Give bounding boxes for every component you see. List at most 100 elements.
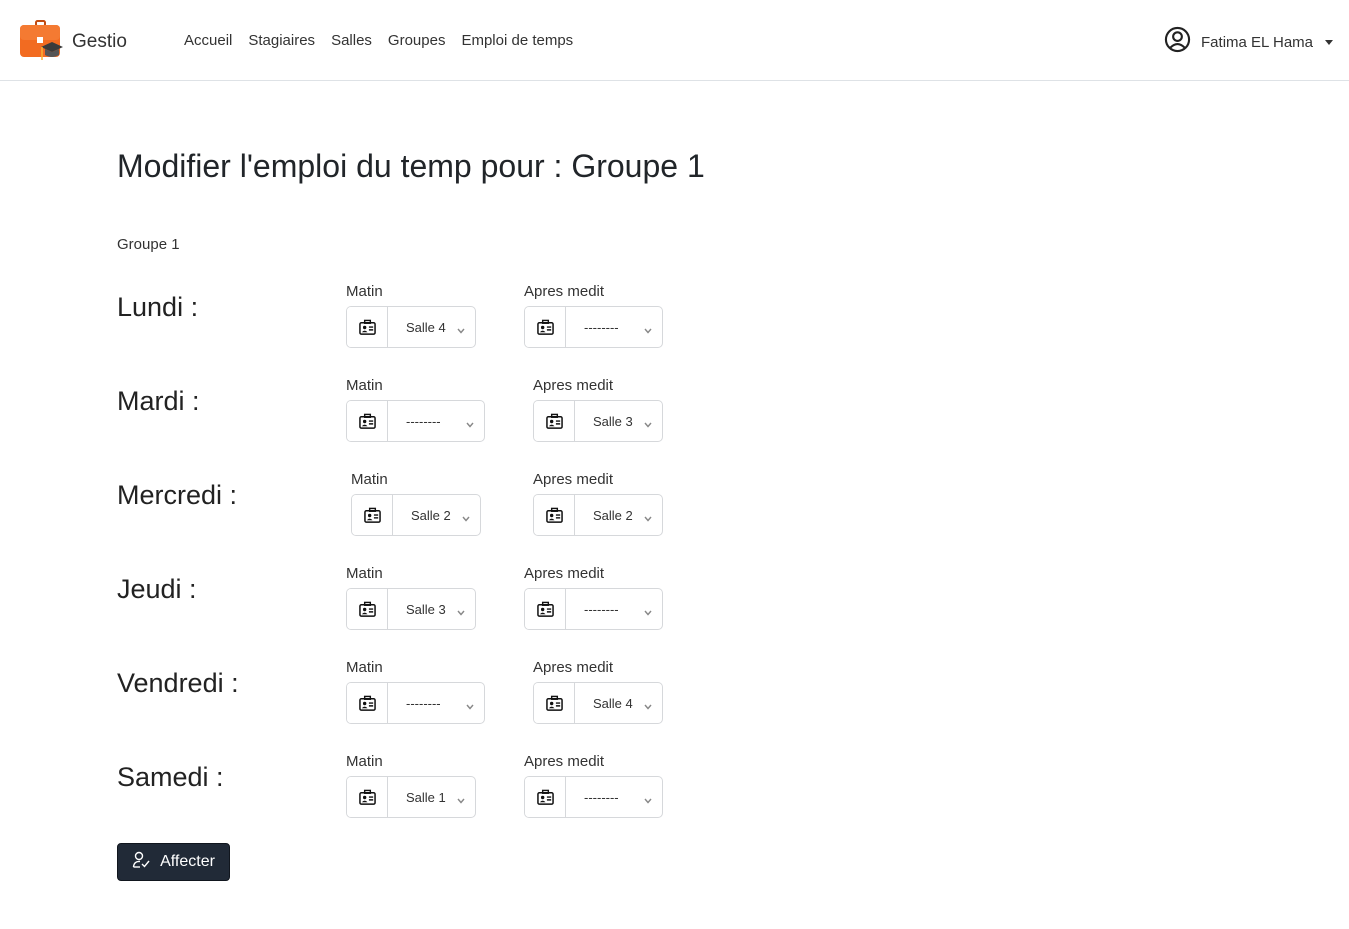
day-row-samedi: Samedi : Matin Salle 1 Apres medit -----… [117, 754, 717, 834]
day-row-vendredi: Vendredi : Matin -------- Apres medit Sa… [117, 660, 717, 740]
apres-label: Apres medit [533, 471, 614, 488]
matin-salle-select[interactable]: Salle 2 [393, 495, 480, 535]
chevron-down-icon [644, 510, 652, 525]
id-card-icon [534, 683, 575, 723]
apres-select-group: -------- [524, 306, 663, 348]
matin-select-group: Salle 2 [351, 494, 481, 536]
day-label: Vendredi : [117, 668, 239, 698]
matin-label: Matin [346, 565, 383, 582]
nav-link-accueil[interactable]: Accueil [184, 32, 232, 49]
day-label: Samedi : [117, 762, 224, 792]
matin-salle-select[interactable]: Salle 1 [388, 777, 475, 817]
page-title: Modifier l'emploi du temp pour : Groupe … [117, 148, 705, 184]
user-check-icon [132, 851, 150, 874]
chevron-down-icon [644, 698, 652, 713]
apres-label: Apres medit [533, 659, 614, 676]
day-label: Mercredi : [117, 480, 238, 510]
selected-value: -------- [584, 319, 619, 335]
apres-select-group: Salle 3 [533, 400, 663, 442]
matin-slot: Matin -------- [346, 660, 485, 724]
apres-label: Apres medit [533, 377, 614, 394]
matin-select-group: -------- [346, 400, 485, 442]
matin-label: Matin [346, 283, 383, 300]
apres-label: Apres medit [524, 565, 605, 582]
selected-value: -------- [584, 601, 619, 617]
apres-salle-select[interactable]: -------- [566, 307, 662, 347]
selected-value: -------- [584, 789, 619, 805]
apres-slot: Apres medit Salle 3 [533, 378, 663, 442]
id-card-icon [347, 307, 388, 347]
apres-select-group: Salle 2 [533, 494, 663, 536]
matin-select-group: -------- [346, 682, 485, 724]
apres-slot: Apres medit Salle 4 [533, 660, 663, 724]
id-card-icon [534, 495, 575, 535]
matin-select-group: Salle 3 [346, 588, 476, 630]
chevron-down-icon [457, 792, 465, 807]
matin-salle-select[interactable]: -------- [388, 401, 484, 441]
user-menu[interactable]: Fatima EL Hama [1164, 26, 1333, 58]
matin-salle-select[interactable]: Salle 4 [388, 307, 475, 347]
nav-link-groupes[interactable]: Groupes [388, 32, 446, 49]
selected-value: Salle 3 [406, 601, 446, 617]
gestio-logo-icon [19, 20, 63, 62]
matin-label: Matin [346, 753, 383, 770]
matin-slot: Matin Salle 2 [351, 472, 481, 536]
chevron-down-icon [644, 792, 652, 807]
apres-label: Apres medit [524, 283, 605, 300]
day-label: Lundi : [117, 292, 199, 322]
chevron-down-icon [644, 322, 652, 337]
matin-slot: Matin Salle 4 [346, 284, 476, 348]
selected-value: Salle 1 [406, 789, 446, 805]
matin-slot: Matin Salle 1 [346, 754, 476, 818]
chevron-down-icon [644, 416, 652, 431]
day-label: Jeudi : [117, 574, 197, 604]
chevron-down-icon [466, 698, 474, 713]
user-circle-icon [1164, 26, 1191, 58]
chevron-down-icon [644, 604, 652, 619]
selected-value: Salle 2 [593, 507, 633, 523]
matin-select-group: Salle 1 [346, 776, 476, 818]
affecter-label: Affecter [160, 853, 215, 870]
selected-value: Salle 2 [411, 507, 451, 523]
apres-slot: Apres medit -------- [524, 566, 663, 630]
nav-link-emploi-de-temps[interactable]: Emploi de temps [461, 32, 573, 49]
apres-salle-select[interactable]: Salle 4 [575, 683, 662, 723]
matin-label: Matin [346, 377, 383, 394]
matin-slot: Matin Salle 3 [346, 566, 476, 630]
matin-select-group: Salle 4 [346, 306, 476, 348]
id-card-icon [347, 401, 388, 441]
user-name: Fatima EL Hama [1201, 33, 1313, 51]
id-card-icon [352, 495, 393, 535]
chevron-down-icon [462, 510, 470, 525]
id-card-icon [534, 401, 575, 441]
selected-value: Salle 4 [406, 319, 446, 335]
apres-salle-select[interactable]: -------- [566, 777, 662, 817]
id-card-icon [525, 777, 566, 817]
nav-link-stagiaires[interactable]: Stagiaires [248, 32, 315, 49]
apres-salle-select[interactable]: Salle 3 [575, 401, 662, 441]
id-card-icon [347, 777, 388, 817]
navbar: Gestio Accueil Stagiaires Salles Groupes… [0, 0, 1349, 81]
matin-label: Matin [346, 659, 383, 676]
apres-select-group: -------- [524, 588, 663, 630]
caret-down-icon [1325, 39, 1333, 45]
apres-salle-select[interactable]: -------- [566, 589, 662, 629]
apres-select-group: -------- [524, 776, 663, 818]
day-row-mercredi: Mercredi : Matin Salle 2 Apres medit Sal… [117, 472, 717, 552]
apres-salle-select[interactable]: Salle 2 [575, 495, 662, 535]
matin-salle-select[interactable]: Salle 3 [388, 589, 475, 629]
day-label: Mardi : [117, 386, 200, 416]
nav-link-salles[interactable]: Salles [331, 32, 372, 49]
id-card-icon [347, 683, 388, 723]
matin-salle-select[interactable]: -------- [388, 683, 484, 723]
selected-value: -------- [406, 413, 441, 429]
affecter-button[interactable]: Affecter [117, 843, 230, 881]
nav-links: Accueil Stagiaires Salles Groupes Emploi… [184, 32, 573, 49]
apres-slot: Apres medit Salle 2 [533, 472, 663, 536]
group-name: Groupe 1 [117, 236, 180, 253]
chevron-down-icon [457, 604, 465, 619]
selected-value: Salle 3 [593, 413, 633, 429]
brand[interactable]: Gestio [19, 20, 127, 62]
id-card-icon [347, 589, 388, 629]
chevron-down-icon [466, 416, 474, 431]
